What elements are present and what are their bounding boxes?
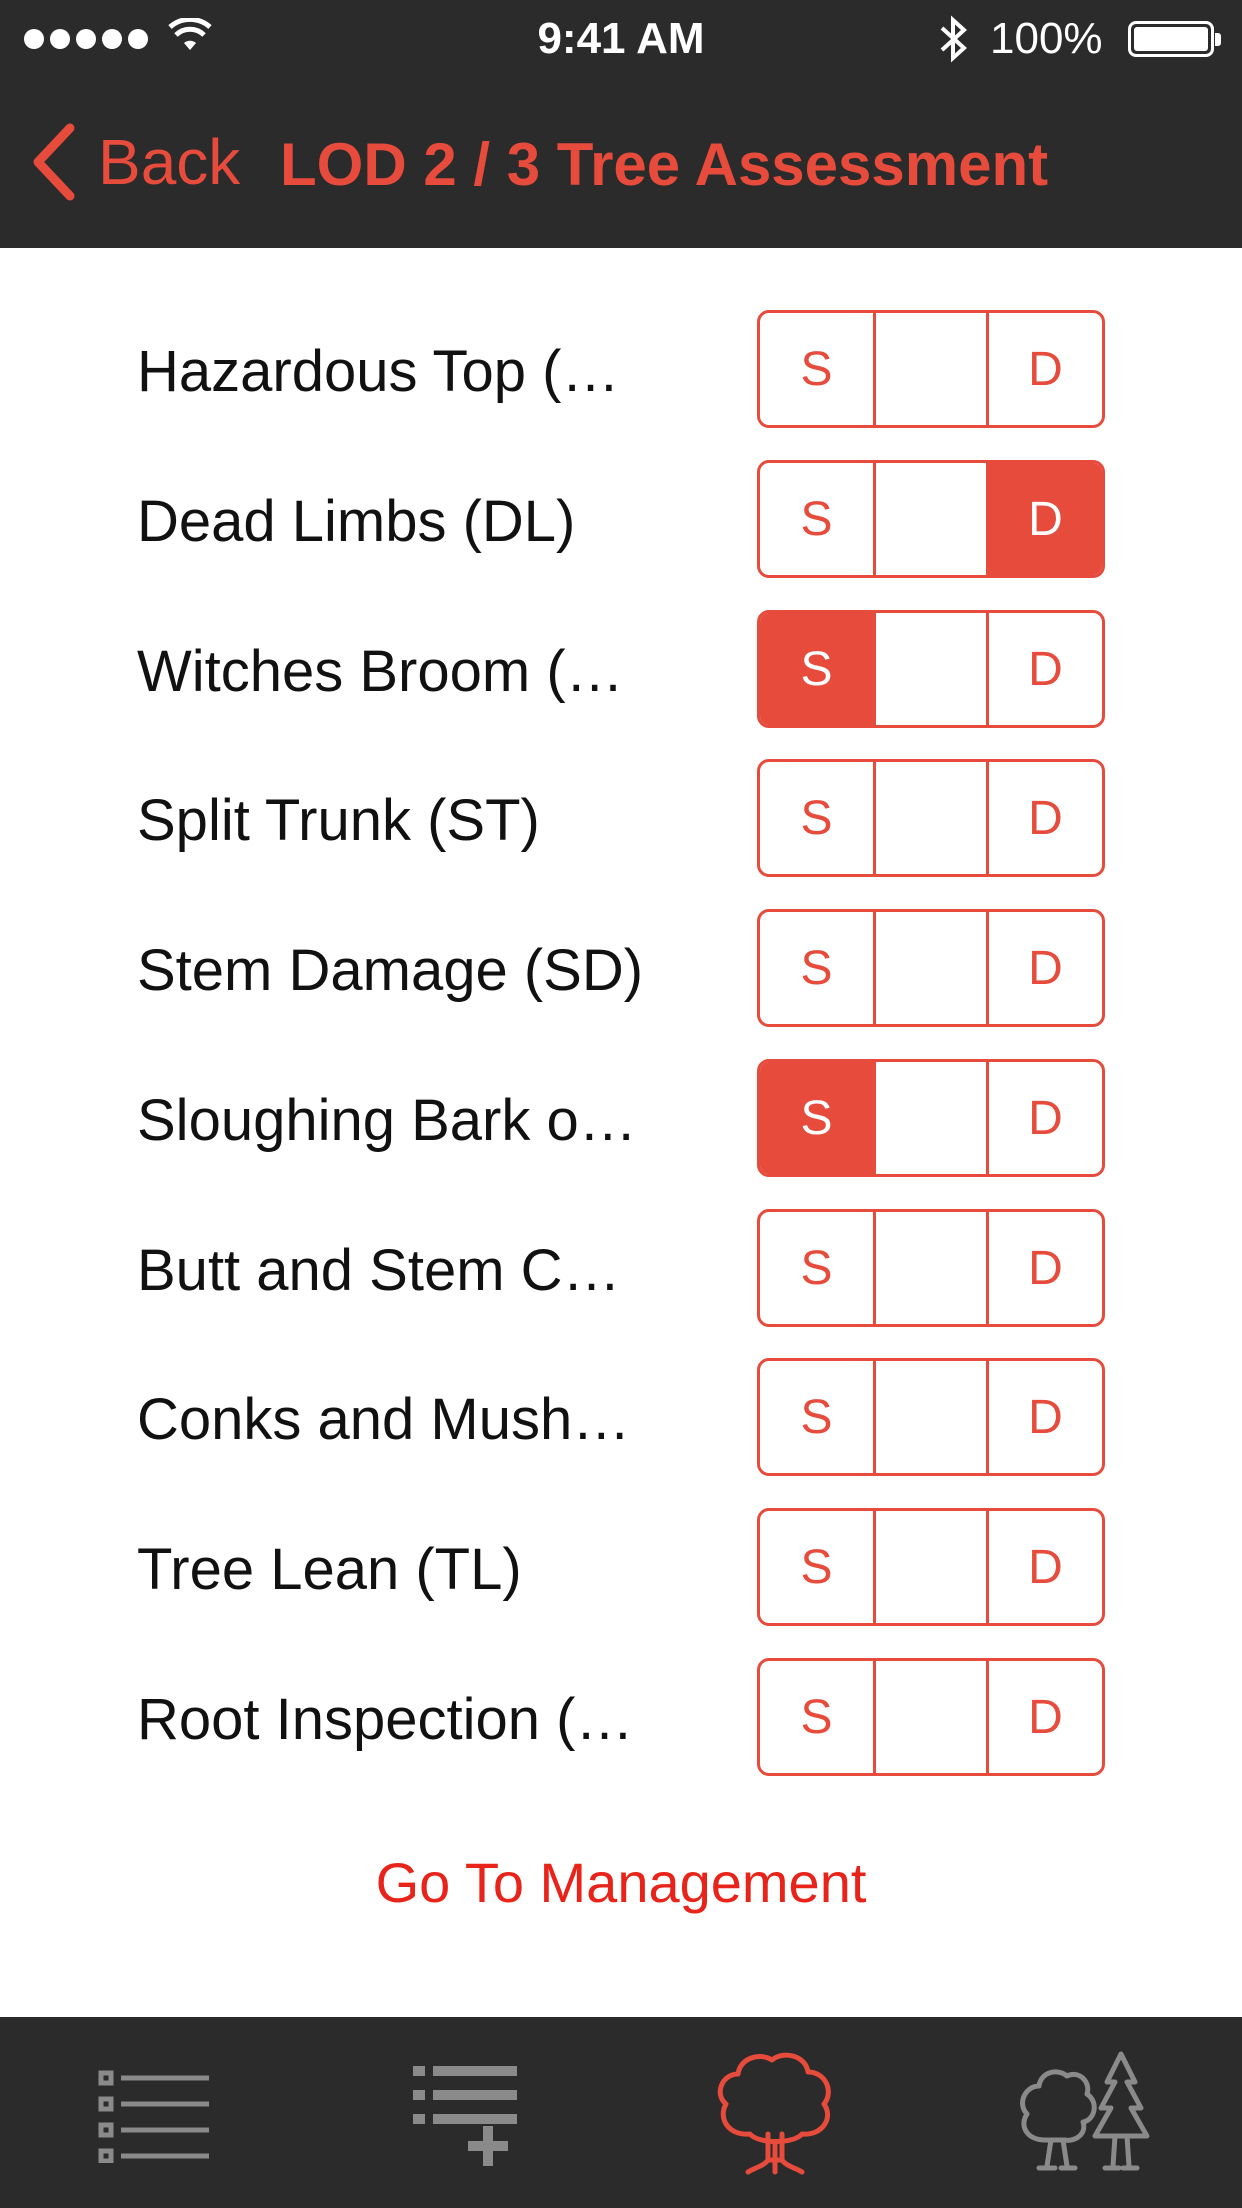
tree-icon xyxy=(717,2052,831,2174)
segmented-control: SD xyxy=(757,610,1105,728)
battery-icon xyxy=(1128,21,1221,57)
tab-tree[interactable] xyxy=(620,2017,930,2208)
segment-blank-button[interactable] xyxy=(872,313,990,425)
tab-list[interactable] xyxy=(0,2017,310,2208)
segment-d-button[interactable]: D xyxy=(989,1661,1102,1773)
row-label: Sloughing Bark o… xyxy=(137,1088,637,1153)
list-item: Dead Limbs (DL) S D xyxy=(0,460,1242,578)
segmented-control: SD xyxy=(757,1508,1105,1626)
list-item: Butt and Stem C… S D xyxy=(0,1209,1242,1327)
row-label: Root Inspection (… xyxy=(137,1687,634,1752)
go-to-management-link[interactable]: Go To Management xyxy=(0,1850,1242,1915)
segment-d-button[interactable]: D xyxy=(989,1062,1102,1174)
back-button[interactable]: Back xyxy=(30,122,240,202)
segment-d-button[interactable]: D xyxy=(989,762,1102,874)
segment-d-button[interactable]: D xyxy=(989,613,1102,725)
row-label: Witches Broom (… xyxy=(137,639,624,704)
segment-d-button[interactable]: D xyxy=(989,1212,1102,1324)
status-bar: 9:41 AM 100% xyxy=(0,0,1242,78)
navigation-bar: Back LOD 2 / 3 Tree Assessment xyxy=(0,78,1242,248)
segment-blank-button[interactable] xyxy=(872,912,990,1024)
segment-s-button[interactable]: S xyxy=(760,463,873,575)
segmented-control: SD xyxy=(757,310,1105,428)
segment-blank-button[interactable] xyxy=(872,1511,990,1623)
segment-s-button[interactable]: S xyxy=(760,1511,873,1623)
segment-s-button[interactable]: S xyxy=(760,1062,873,1174)
tab-forest[interactable] xyxy=(930,2017,1240,2208)
list-icon xyxy=(98,2070,209,2163)
segmented-control: SD xyxy=(757,1209,1105,1327)
bluetooth-icon xyxy=(940,15,967,63)
list-item: Stem Damage (SD) S D xyxy=(0,909,1242,1027)
segment-d-button[interactable]: D xyxy=(989,463,1102,575)
segment-d-button[interactable]: D xyxy=(989,912,1102,1024)
chevron-left-icon xyxy=(33,123,75,201)
list-item: Sloughing Bark o… S D xyxy=(0,1059,1242,1177)
segment-blank-button[interactable] xyxy=(872,1361,990,1473)
segmented-control: SD xyxy=(757,1658,1105,1776)
tab-add-list[interactable] xyxy=(310,2017,620,2208)
page-title: LOD 2 / 3 Tree Assessment xyxy=(280,131,1049,198)
segmented-control: SD xyxy=(757,1059,1105,1177)
add-list-icon xyxy=(413,2065,517,2166)
segment-s-button[interactable]: S xyxy=(760,1212,873,1324)
back-label: Back xyxy=(98,126,241,198)
row-label: Split Trunk (ST) xyxy=(137,788,540,853)
list-item: Tree Lean (TL) S D xyxy=(0,1508,1242,1626)
segment-d-button[interactable]: D xyxy=(989,313,1102,425)
segment-blank-button[interactable] xyxy=(872,613,990,725)
segment-s-button[interactable]: S xyxy=(760,1361,873,1473)
tab-bar xyxy=(0,2017,1242,2208)
segment-blank-button[interactable] xyxy=(872,1062,990,1174)
segment-blank-button[interactable] xyxy=(872,1212,990,1324)
segment-blank-button[interactable] xyxy=(872,463,990,575)
segment-s-button[interactable]: S xyxy=(760,313,873,425)
segment-blank-button[interactable] xyxy=(872,1661,990,1773)
row-label: Tree Lean (TL) xyxy=(137,1537,522,1602)
row-label: Stem Damage (SD) xyxy=(137,938,644,1003)
segment-s-button[interactable]: S xyxy=(760,613,873,725)
segmented-control: SD xyxy=(757,460,1105,578)
row-label: Hazardous Top (… xyxy=(137,339,620,404)
list-item: Hazardous Top (… S D xyxy=(0,310,1242,428)
segment-d-button[interactable]: D xyxy=(989,1361,1102,1473)
segment-blank-button[interactable] xyxy=(872,762,990,874)
row-label: Conks and Mush… xyxy=(137,1387,631,1452)
row-label: Butt and Stem C… xyxy=(137,1238,621,1303)
segmented-control: SD xyxy=(757,1358,1105,1476)
forest-icon xyxy=(1020,2051,1150,2170)
segment-s-button[interactable]: S xyxy=(760,912,873,1024)
segment-s-button[interactable]: S xyxy=(760,762,873,874)
battery-percent: 100% xyxy=(990,14,1103,63)
list-item: Split Trunk (ST) S D xyxy=(0,759,1242,877)
segmented-control: SD xyxy=(757,909,1105,1027)
list-item: Witches Broom (… S D xyxy=(0,610,1242,728)
segment-d-button[interactable]: D xyxy=(989,1511,1102,1623)
segment-s-button[interactable]: S xyxy=(760,1661,873,1773)
segmented-control: SD xyxy=(757,759,1105,877)
list-item: Root Inspection (… S D xyxy=(0,1658,1242,1776)
row-label: Dead Limbs (DL) xyxy=(137,489,576,554)
list-item: Conks and Mush… S D xyxy=(0,1358,1242,1476)
